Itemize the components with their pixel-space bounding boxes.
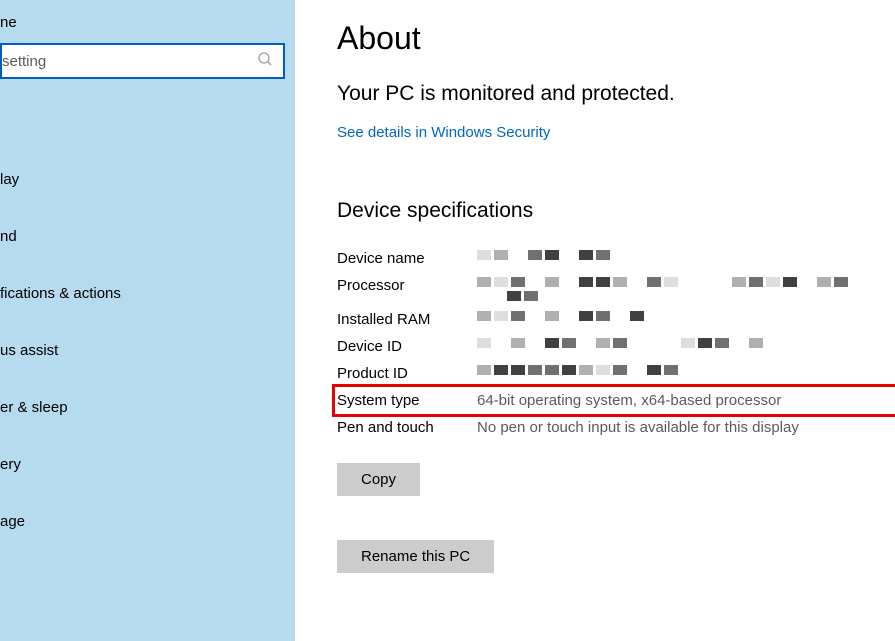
spec-value-redacted: [477, 250, 895, 260]
spec-value-redacted: [477, 277, 895, 301]
search-box[interactable]: [0, 43, 285, 79]
device-specs-title: Device specifications: [337, 199, 895, 223]
spec-product-id: Product ID: [337, 360, 895, 387]
search-icon: [257, 51, 273, 72]
protection-status: Your PC is monitored and protected.: [337, 82, 895, 106]
spec-device-id: Device ID: [337, 333, 895, 360]
spec-value: No pen or touch input is available for t…: [477, 419, 895, 436]
spec-label: Installed RAM: [337, 311, 477, 328]
sidebar-item-battery[interactable]: ery: [0, 454, 295, 475]
spec-processor: Processor: [337, 272, 895, 306]
spec-label: Processor: [337, 277, 477, 294]
spec-label: System type: [337, 392, 477, 409]
sidebar-item-power-sleep[interactable]: er & sleep: [0, 397, 295, 418]
spec-pen-touch: Pen and touch No pen or touch input is a…: [337, 414, 895, 441]
spec-value-redacted: [477, 311, 895, 321]
sidebar-item-display[interactable]: lay: [0, 169, 295, 190]
rename-pc-button[interactable]: Rename this PC: [337, 540, 494, 573]
about-content: About Your PC is monitored and protected…: [295, 0, 895, 641]
spec-device-name: Device name: [337, 245, 895, 272]
spec-value-redacted: [477, 338, 895, 348]
spec-label: Device ID: [337, 338, 477, 355]
windows-security-link[interactable]: See details in Windows Security: [337, 124, 550, 141]
spec-value: 64-bit operating system, x64-based proce…: [477, 392, 895, 409]
page-title: About: [337, 20, 895, 57]
spec-label: Product ID: [337, 365, 477, 382]
spec-system-type: System type 64-bit operating system, x64…: [337, 387, 895, 414]
sidebar-item-focus-assist[interactable]: us assist: [0, 340, 295, 361]
spec-label: Pen and touch: [337, 419, 477, 436]
sidebar-item-storage[interactable]: age: [0, 511, 295, 532]
system-type-highlight: System type 64-bit operating system, x64…: [332, 384, 895, 417]
sidebar-item-notifications[interactable]: fications & actions: [0, 283, 295, 304]
sidebar-item-sound[interactable]: nd: [0, 226, 295, 247]
spec-value-redacted: [477, 365, 895, 375]
settings-sidebar: ne lay nd fications & actions us assist …: [0, 0, 295, 641]
spec-installed-ram: Installed RAM: [337, 306, 895, 333]
search-input[interactable]: [2, 53, 257, 70]
copy-button[interactable]: Copy: [337, 463, 420, 496]
spec-label: Device name: [337, 250, 477, 267]
sidebar-header: ne: [0, 10, 295, 43]
